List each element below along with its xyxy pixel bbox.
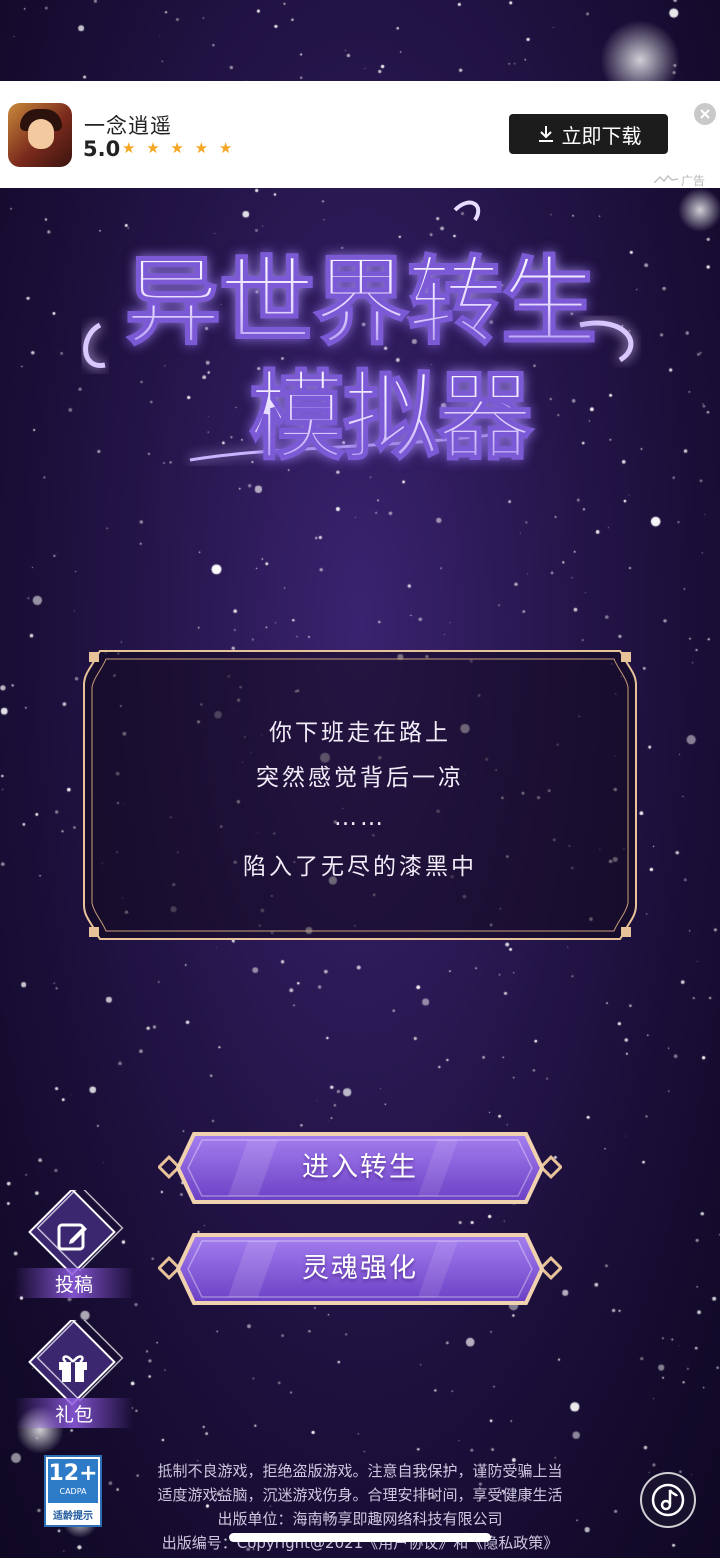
ad-label: 广告 xyxy=(681,174,706,188)
age-org: CADPA xyxy=(59,1487,87,1496)
ad-download-label: 立即下载 xyxy=(561,123,642,148)
enter-reincarnation-button[interactable]: 进入转生 xyxy=(158,1130,562,1206)
download-icon xyxy=(538,126,553,142)
ad-app-icon[interactable] xyxy=(8,103,72,167)
game-title-logo: 异世界转生 模拟器 xyxy=(83,200,634,474)
soul-enhance-label: 灵魂强化 xyxy=(302,1253,418,1284)
edit-icon xyxy=(57,1223,87,1251)
story-line-1: 你下班走在路上 xyxy=(269,720,451,746)
ad-close-button[interactable] xyxy=(694,103,716,125)
close-icon xyxy=(700,109,710,119)
age-rating: 12+ xyxy=(48,1459,98,1503)
ad-app-name: 一念逍遥 xyxy=(84,114,172,138)
story-dialog: 你下班走在路上 突然感觉背后一凉 …… 陷入了无尽的漆黑中 xyxy=(80,645,640,945)
home-indicator[interactable] xyxy=(229,1533,491,1542)
story-line-3: …… xyxy=(334,805,386,831)
soul-enhance-button[interactable]: 灵魂强化 xyxy=(158,1231,562,1307)
story-line-4: 陷入了无尽的漆黑中 xyxy=(243,854,477,880)
gift-button[interactable]: 礼包 xyxy=(14,1320,134,1430)
footer-notice-1: 抵制不良游戏，拒绝盗版游戏。注意自我保护，谨防受骗上当 xyxy=(157,1462,563,1480)
submit-label: 投稿 xyxy=(54,1274,93,1296)
music-toggle-button[interactable] xyxy=(640,1472,696,1528)
game-title-line2: 模拟器 xyxy=(249,360,534,473)
music-note-icon xyxy=(651,1483,685,1517)
age-rating-badge: 12+ CADPA 适龄提示 xyxy=(44,1455,102,1527)
story-line-2: 突然感觉背后一凉 xyxy=(256,765,464,791)
gift-label: 礼包 xyxy=(54,1404,93,1426)
ad-star-rating: ★ ★ ★ ★ ★ xyxy=(122,139,236,157)
game-title-line1: 异世界转生 xyxy=(125,245,595,358)
gift-icon xyxy=(59,1355,87,1382)
footer-notice-2: 适度游戏益脑，沉迷游戏伤身。合理安排时间，享受健康生活 xyxy=(157,1486,563,1504)
ad-rating: 5.0 xyxy=(83,137,121,161)
submit-button[interactable]: 投稿 xyxy=(14,1190,134,1300)
footer-publisher: 出版单位：海南畅享即趣网络科技有限公司 xyxy=(217,1510,503,1528)
enter-reincarnation-label: 进入转生 xyxy=(302,1152,418,1183)
ad-download-button[interactable]: 立即下载 xyxy=(509,114,668,154)
ad-logo-icon xyxy=(654,175,678,183)
age-text: 适龄提示 xyxy=(53,1511,93,1522)
